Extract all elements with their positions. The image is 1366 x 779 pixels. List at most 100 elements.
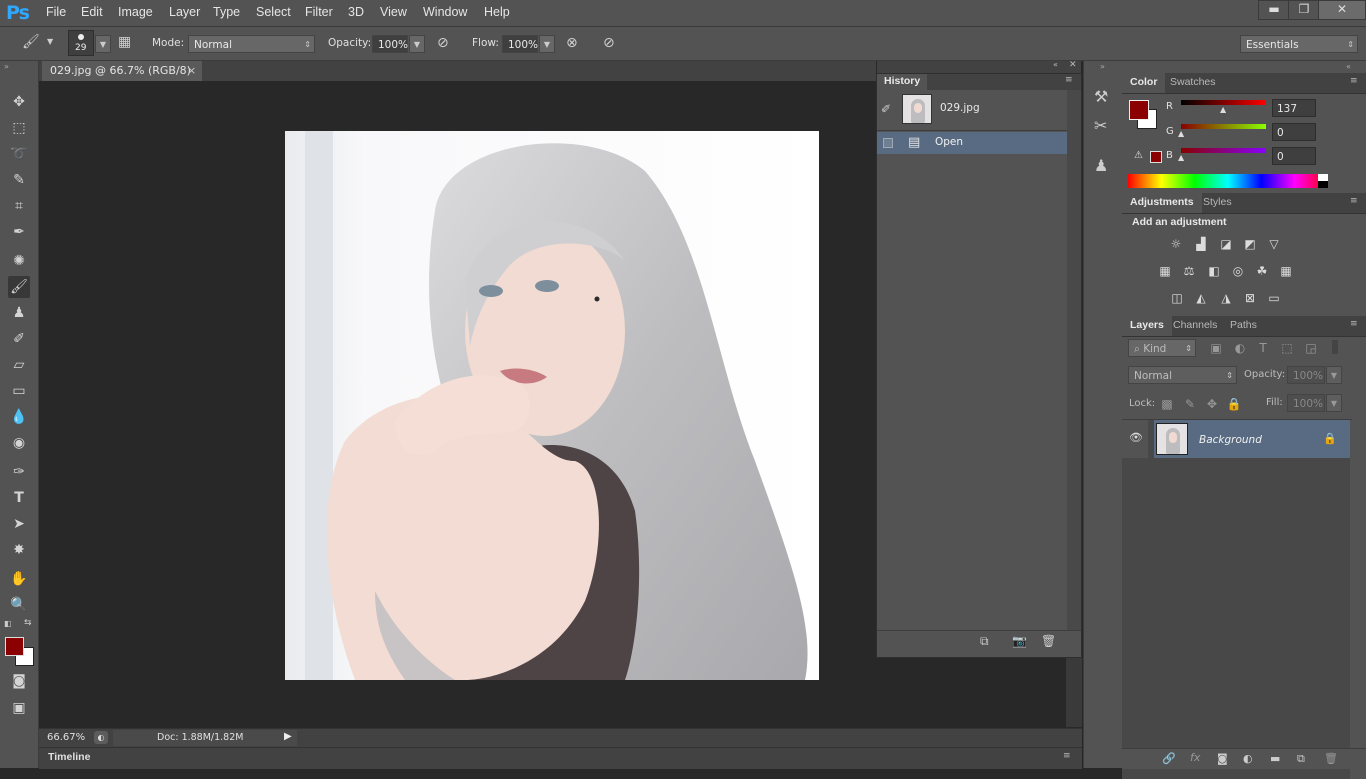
screen-mode-icon[interactable]: ▣	[8, 697, 30, 719]
eyedropper-tool-icon[interactable]: ✒	[8, 221, 30, 243]
quick-mask-icon[interactable]: ◙	[8, 670, 30, 692]
black-white-icon[interactable]: ◧	[1206, 264, 1222, 278]
photo-filter-icon[interactable]: ◎	[1230, 264, 1246, 278]
filter-smart-object-icon[interactable]: ◲	[1303, 341, 1319, 355]
selective-color-icon[interactable]: ⊠	[1242, 291, 1258, 305]
swap-colors-icon[interactable]: ⇆	[24, 618, 32, 628]
marquee-tool-icon[interactable]: ⬚	[8, 117, 30, 139]
new-document-from-state-icon[interactable]: ⧉	[980, 634, 989, 649]
document-tab[interactable]: 029.jpg @ 66.7% (RGB/8) ×	[42, 61, 202, 81]
fill-input[interactable]: 100%	[1287, 394, 1325, 412]
pressure-opacity-icon[interactable]: ⊘	[437, 35, 449, 51]
mode-select[interactable]: Normal ⇕	[188, 35, 315, 53]
channel-mixer-icon[interactable]: ☘	[1254, 264, 1270, 278]
pen-tool-icon[interactable]: ✑	[8, 461, 30, 483]
vibrance-icon[interactable]: ▽	[1266, 237, 1282, 251]
lasso-tool-icon[interactable]: ➰	[8, 143, 30, 165]
color-tab[interactable]: Color	[1122, 73, 1166, 93]
filter-shape-icon[interactable]: ⬚	[1279, 341, 1295, 355]
trash-icon[interactable]: 🗑	[1324, 752, 1338, 765]
spectrum-white-patch[interactable]	[1318, 174, 1328, 181]
clone-source-icon[interactable]: ♟	[1094, 156, 1108, 175]
panel-menu-icon[interactable]: ≡	[1065, 75, 1073, 85]
menu-layer[interactable]: Layer	[169, 5, 200, 19]
adjustments-tab[interactable]: Adjustments	[1122, 193, 1202, 213]
menu-window[interactable]: Window	[423, 5, 467, 19]
foreground-color-swatch[interactable]	[5, 637, 24, 656]
history-snapshot-row[interactable]: ✐ 029.jpg	[877, 90, 1067, 131]
filter-type-icon[interactable]: T	[1255, 341, 1271, 355]
brush-panel-toggle-icon[interactable]: ▦	[118, 34, 131, 50]
color-spectrum-bar[interactable]	[1128, 174, 1328, 188]
collapse-arrows-icon[interactable]: «	[1346, 62, 1351, 71]
brush-presets-icon[interactable]: ✂	[1094, 116, 1107, 135]
history-step-checkbox[interactable]	[883, 138, 893, 148]
invert-icon[interactable]: ◫	[1169, 291, 1185, 305]
brush-tool-preset-icon[interactable]: 🖌	[22, 34, 40, 50]
menu-help[interactable]: Help	[484, 5, 510, 19]
quick-selection-tool-icon[interactable]: ✎	[8, 169, 30, 191]
history-step-row[interactable]: ▤ Open	[877, 132, 1067, 154]
lock-position-icon[interactable]: ✥	[1204, 397, 1220, 411]
layer-visibility-cell[interactable]: 👁	[1122, 420, 1148, 458]
collapse-arrows-icon[interactable]: «	[1053, 60, 1058, 69]
color-balance-icon[interactable]: ⚖	[1181, 264, 1197, 278]
green-slider-thumb-icon[interactable]: ▲	[1178, 129, 1184, 138]
posterize-icon[interactable]: ◭	[1193, 291, 1209, 305]
history-tab[interactable]: History	[877, 74, 928, 91]
hand-tool-icon[interactable]: ✋	[8, 568, 30, 590]
eye-icon[interactable]: 👁	[1129, 431, 1143, 444]
spot-healing-tool-icon[interactable]: ✺	[8, 250, 30, 272]
zoom-level[interactable]: 66.67%	[47, 732, 85, 743]
menu-edit[interactable]: Edit	[81, 5, 103, 19]
panel-menu-icon[interactable]: ≡	[1063, 751, 1071, 761]
new-adjustment-layer-icon[interactable]: ◐	[1243, 752, 1253, 765]
paths-tab[interactable]: Paths	[1230, 319, 1257, 331]
menu-3d[interactable]: 3D	[348, 5, 364, 19]
filter-adjustment-icon[interactable]: ◐	[1232, 341, 1248, 355]
collapse-arrows-icon[interactable]: »	[1100, 62, 1105, 71]
gamut-color-swatch[interactable]	[1150, 151, 1162, 163]
menu-type[interactable]: Type	[213, 5, 240, 19]
lock-all-icon[interactable]: 🔒	[1226, 397, 1242, 411]
opacity-dropdown[interactable]: ▼	[409, 35, 425, 53]
default-colors-icon[interactable]: ◧	[4, 619, 12, 628]
color-foreground-swatch[interactable]	[1129, 100, 1149, 120]
brightness-contrast-icon[interactable]: ☼	[1168, 237, 1184, 251]
add-mask-icon[interactable]: ◙	[1217, 752, 1228, 765]
layer-name[interactable]: Background	[1199, 434, 1262, 446]
color-lookup-icon[interactable]: ▦	[1278, 264, 1294, 278]
path-selection-tool-icon[interactable]: ➤	[8, 513, 30, 535]
spectrum-black-patch[interactable]	[1318, 181, 1328, 188]
menu-image[interactable]: Image	[118, 5, 153, 19]
gradient-tool-icon[interactable]: ▭	[8, 380, 30, 402]
restore-button[interactable]: ❐	[1288, 0, 1320, 20]
new-group-icon[interactable]: ▬	[1270, 752, 1280, 765]
blue-value-input[interactable]: 0	[1272, 147, 1316, 165]
panel-menu-icon[interactable]: ≡	[1350, 319, 1358, 329]
flow-input[interactable]: 100%	[502, 35, 538, 53]
tool-presets-icon[interactable]: ⚒	[1094, 87, 1108, 106]
close-panel-icon[interactable]: ✕	[1069, 60, 1077, 70]
filter-pixel-icon[interactable]: ▣	[1208, 341, 1224, 355]
lock-transparent-icon[interactable]: ▩	[1159, 397, 1175, 411]
gamut-warning-icon[interactable]: ⚠	[1134, 150, 1143, 161]
close-button[interactable]: ✕	[1318, 0, 1366, 20]
dodge-tool-icon[interactable]: ◉	[8, 432, 30, 454]
history-brush-source-icon[interactable]: ✐	[881, 102, 891, 116]
layers-tab[interactable]: Layers	[1122, 316, 1172, 336]
brush-tool-icon[interactable]: 🖌	[8, 276, 30, 298]
menu-view[interactable]: View	[380, 5, 407, 19]
threshold-icon[interactable]: ◮	[1218, 291, 1234, 305]
move-tool-icon[interactable]: ✥	[8, 91, 30, 113]
green-slider[interactable]	[1181, 124, 1266, 129]
preset-dropdown-icon[interactable]: ▼	[47, 37, 53, 46]
status-expand-arrow-icon[interactable]: ▶	[284, 731, 292, 742]
layer-style-icon[interactable]: fx	[1190, 751, 1200, 764]
gradient-map-icon[interactable]: ▭	[1266, 291, 1282, 305]
menu-file[interactable]: File	[46, 5, 66, 19]
layer-opacity-dropdown[interactable]: ▼	[1326, 366, 1342, 384]
curves-icon[interactable]: ◪	[1218, 237, 1234, 251]
collapse-arrows-icon[interactable]: »	[4, 62, 9, 71]
fill-dropdown[interactable]: ▼	[1326, 394, 1342, 412]
